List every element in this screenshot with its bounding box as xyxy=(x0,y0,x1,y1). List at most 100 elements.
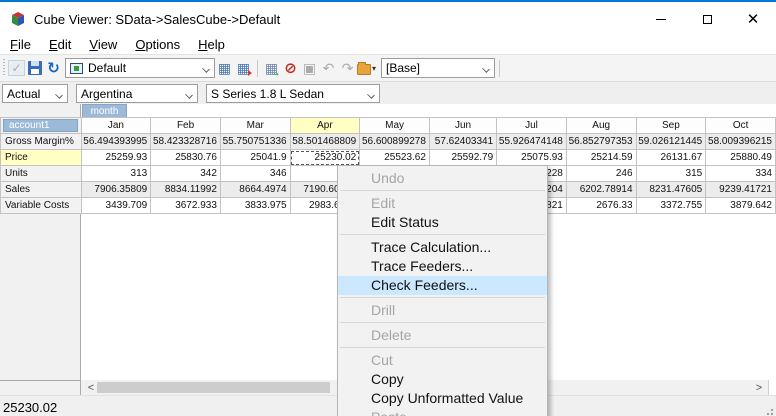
column-header-may[interactable]: May xyxy=(360,118,430,134)
autosave-check-icon: ✓ xyxy=(8,60,25,76)
grid-cell[interactable]: 8664.4974 xyxy=(220,182,290,198)
close-button[interactable]: ✕ xyxy=(730,4,776,34)
column-header-jun[interactable]: Jun xyxy=(429,118,496,134)
menu-help[interactable]: Help xyxy=(189,35,234,54)
column-header-feb[interactable]: Feb xyxy=(151,118,221,134)
title-bar: Cube Viewer: SData->SalesCube->Default ✕ xyxy=(0,4,776,34)
export-icon[interactable]: ▾ xyxy=(357,59,376,78)
row-header-variable-costs[interactable]: Variable Costs xyxy=(1,198,82,214)
grid-cell[interactable]: 9239.41721 xyxy=(706,182,776,198)
region-dimension-value: Argentina xyxy=(81,87,132,101)
region-dimension-select[interactable]: Argentina xyxy=(76,84,198,103)
dimension-bar: Actual Argentina S Series 1.8 L Sedan xyxy=(0,81,776,104)
chevron-down-icon xyxy=(202,65,210,73)
caret-down-icon: ▾ xyxy=(372,64,376,73)
grid-cell[interactable]: 58.009396215 xyxy=(706,134,776,150)
menu-file[interactable]: File xyxy=(1,35,40,54)
grid-cell[interactable]: 55.926474148 xyxy=(497,134,567,150)
scroll-left-arrow[interactable]: < xyxy=(84,380,98,395)
menu-options[interactable]: Options xyxy=(126,35,189,54)
selected-grid-cell[interactable]: 25230.02 xyxy=(290,150,360,166)
context-menu-item-edit: Edit xyxy=(338,194,547,213)
grid-cell[interactable]: 3439.709 xyxy=(81,198,151,214)
context-menu-item-drill: Drill xyxy=(338,301,547,320)
grid-cell[interactable]: 25041.9 xyxy=(220,150,290,166)
model-dimension-select[interactable]: S Series 1.8 L Sedan xyxy=(206,84,380,103)
grid-cell[interactable]: 313 xyxy=(81,166,151,182)
menu-bar: File Edit View Options Help xyxy=(0,34,776,54)
maximize-button[interactable] xyxy=(684,4,730,34)
grid-cell[interactable]: 6202.78914 xyxy=(566,182,636,198)
grid-cell[interactable]: 25880.49 xyxy=(706,150,776,166)
grid-cell[interactable]: 26131.67 xyxy=(636,150,706,166)
column-header-oct[interactable]: Oct xyxy=(706,118,776,134)
recalculate-icon[interactable]: ↻ xyxy=(44,59,63,78)
context-menu-item-trace-calculation[interactable]: Trace Calculation... xyxy=(338,238,547,257)
grid-cell[interactable]: 2676.33 xyxy=(566,198,636,214)
column-header-mar[interactable]: Mar xyxy=(220,118,290,134)
account-dimension-chip[interactable]: account1 xyxy=(3,119,78,132)
menu-view[interactable]: View xyxy=(80,35,126,54)
row-header-price[interactable]: Price xyxy=(1,150,82,166)
context-menu-item-edit-status[interactable]: Edit Status xyxy=(338,213,547,232)
close-icon: ✕ xyxy=(747,12,760,27)
grid-cell[interactable]: 58.501468809 xyxy=(290,134,360,150)
grid-cell[interactable]: 346 xyxy=(220,166,290,182)
grid-cell[interactable]: 25830.76 xyxy=(151,150,221,166)
column-header-aug[interactable]: Aug xyxy=(566,118,636,134)
context-menu-item-copy-unformatted-value[interactable]: Copy Unformatted Value xyxy=(338,389,547,408)
grid-cell[interactable]: 25214.59 xyxy=(566,150,636,166)
grid-cell[interactable]: 25075.93 xyxy=(497,150,567,166)
grid-cell[interactable]: 7906.35809 xyxy=(81,182,151,198)
grid-cell[interactable]: 342 xyxy=(151,166,221,182)
suppress-rows-icon[interactable]: ▦ xyxy=(262,59,281,78)
column-header-sep[interactable]: Sep xyxy=(636,118,706,134)
row-header-sales[interactable]: Sales xyxy=(1,182,82,198)
grid-cell[interactable]: 56.600899278 xyxy=(360,134,430,150)
context-menu-item-check-feeders[interactable]: Check Feeders... xyxy=(338,276,547,295)
grid-cell[interactable]: 334 xyxy=(706,166,776,182)
grid-cell[interactable]: 56.494393995 xyxy=(81,134,151,150)
minimize-button[interactable] xyxy=(638,4,684,34)
expand-grid-icon[interactable]: ▦ xyxy=(215,59,234,78)
toolbar-grip[interactable] xyxy=(2,59,5,77)
version-dimension-select[interactable]: Actual xyxy=(2,84,68,103)
grid-cell[interactable]: 3879.642 xyxy=(706,198,776,214)
toolbar-separator xyxy=(257,60,258,77)
save-view-icon[interactable] xyxy=(25,59,44,78)
grid-cell[interactable]: 315 xyxy=(636,166,706,182)
scroll-right-arrow[interactable]: > xyxy=(752,380,766,395)
grid-cell[interactable]: 8834.11992 xyxy=(151,182,221,198)
grid-cell[interactable]: 55.750751336 xyxy=(220,134,290,150)
grid-cell[interactable]: 25523.62 xyxy=(360,150,430,166)
grid-cell[interactable]: 25259.93 xyxy=(81,150,151,166)
row-header-units[interactable]: Units xyxy=(1,166,82,182)
grid-cell[interactable]: 56.852797353 xyxy=(566,134,636,150)
menu-edit[interactable]: Edit xyxy=(40,35,80,54)
scrollbar-thumb[interactable] xyxy=(97,382,330,393)
grid-cell[interactable]: 3833.975 xyxy=(220,198,290,214)
column-header-apr[interactable]: Apr xyxy=(290,118,360,134)
resize-grip-icon[interactable] xyxy=(764,406,774,416)
context-menu-item-trace-feeders[interactable]: Trace Feeders... xyxy=(338,257,547,276)
grid-cell[interactable]: 57.62403341 xyxy=(429,134,496,150)
context-menu-item-copy[interactable]: Copy xyxy=(338,370,547,389)
grid-cell[interactable]: 58.423328716 xyxy=(151,134,221,150)
grid-cell[interactable]: 59.026121445 xyxy=(636,134,706,150)
grid-cell[interactable]: 25592.79 xyxy=(429,150,496,166)
view-select[interactable]: Default xyxy=(65,58,215,78)
column-header-jul[interactable]: Jul xyxy=(497,118,567,134)
version-dimension-value: Actual xyxy=(7,87,40,101)
grid-cell[interactable]: 3372.755 xyxy=(636,198,706,214)
suppress-zeroes-icon[interactable]: ⊘ xyxy=(281,59,300,78)
grid-cell[interactable]: 3672.933 xyxy=(151,198,221,214)
grid-cell[interactable]: 246 xyxy=(566,166,636,182)
edit-grid-icon[interactable]: ▦ xyxy=(234,59,253,78)
grid-cell[interactable]: 8231.47605 xyxy=(636,182,706,198)
chevron-down-icon xyxy=(55,91,63,99)
month-dimension-chip[interactable]: month xyxy=(82,104,127,118)
row-header-gross-margin-[interactable]: Gross Margin% xyxy=(1,134,82,150)
base-select[interactable]: [Base] xyxy=(381,58,495,78)
context-menu-separator xyxy=(340,297,545,298)
column-header-jan[interactable]: Jan xyxy=(81,118,151,134)
